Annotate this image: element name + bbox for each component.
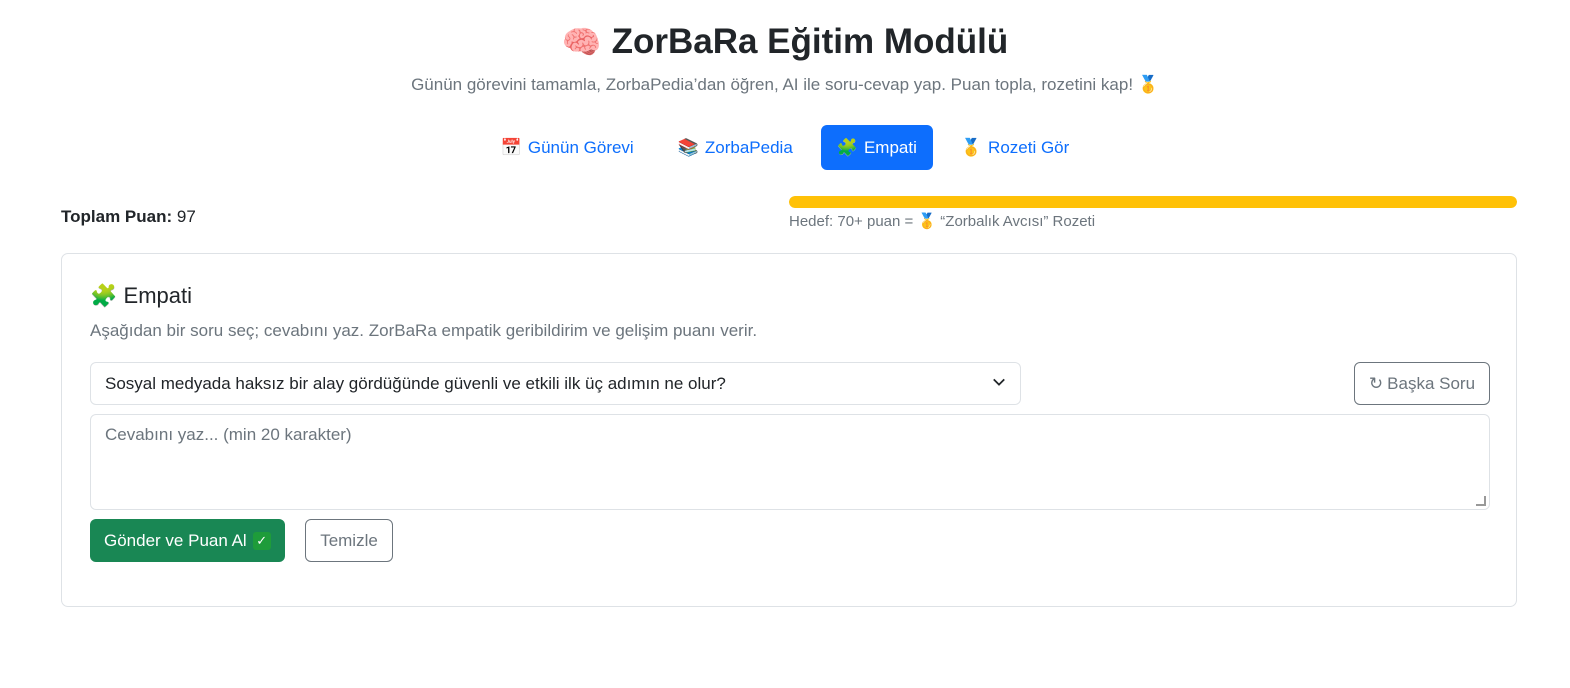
submit-label: Gönder ve Puan Al (104, 530, 247, 550)
brain-icon: 🧠 (561, 24, 602, 60)
empati-card: 🧩 Empati Aşağıdan bir soru seç; cevabını… (61, 253, 1517, 607)
tab-empati[interactable]: 🧩 Empati (820, 125, 933, 170)
answer-placeholder: Cevabını yaz... (min 20 karakter) (105, 425, 352, 444)
question-select[interactable]: Sosyal medyada haksız bir alay gördüğünd… (90, 362, 1021, 405)
submit-button[interactable]: Gönder ve Puan Al ✓ (90, 519, 285, 562)
clear-button[interactable]: Temizle (305, 519, 393, 562)
tab-rozeti-gor[interactable]: 🥇 Rozeti Gör (945, 125, 1085, 170)
answer-textarea[interactable]: Cevabını yaz... (min 20 karakter) (90, 414, 1490, 510)
clear-label: Temizle (320, 530, 378, 550)
page-title: 🧠 ZorBaRa Eğitim Modülü (0, 18, 1570, 66)
another-question-label: Başka Soru (1387, 373, 1476, 393)
question-select-value: Sosyal medyada haksız bir alay gördüğünd… (105, 373, 726, 393)
books-icon: 📚 (677, 137, 699, 157)
score-value: 97 (176, 207, 196, 226)
resize-handle-icon[interactable] (1476, 496, 1486, 506)
medal-icon: 🥇 (960, 137, 983, 157)
goal-text: Hedef: 70+ puan = 🥇 “Zorbalık Avcısı” Ro… (789, 213, 1096, 230)
card-title: 🧩 Empati (90, 281, 192, 311)
score-progress-bar (789, 196, 1517, 208)
score-label: Toplam Puan: (61, 207, 173, 226)
puzzle-icon: 🧩 (836, 137, 858, 157)
page-subtitle: Günün görevini tamamla, ZorbaPedia’dan ö… (411, 75, 1159, 94)
tab-label: Empati (863, 137, 917, 157)
check-icon: ✓ (252, 531, 271, 550)
puzzle-icon: 🧩 (90, 283, 118, 308)
tab-label: Rozeti Gör (988, 137, 1070, 157)
total-score: Toplam Puan: 97 (61, 205, 196, 229)
tab-zorbapedia[interactable]: 📚 ZorbaPedia (662, 125, 809, 170)
tab-label: ZorbaPedia (704, 137, 793, 157)
tab-bar: 📅 Günün Görevi 📚 ZorbaPedia 🧩 Empati 🥇 R… (0, 125, 1570, 170)
page-title-text: ZorBaRa Eğitim Modülü (611, 22, 1009, 61)
score-progress-fill (789, 196, 1517, 208)
calendar-icon: 📅 (500, 137, 522, 157)
refresh-icon: ↻ (1368, 373, 1384, 393)
another-question-button[interactable]: ↻ Başka Soru (1354, 362, 1490, 405)
tab-label: Günün Görevi (527, 137, 634, 157)
card-description: Aşağıdan bir soru seç; cevabını yaz. Zor… (90, 321, 758, 340)
chevron-down-icon (992, 375, 1006, 392)
card-title-text: Empati (123, 283, 193, 308)
tab-gunun-gorevi[interactable]: 📅 Günün Görevi (485, 125, 650, 170)
